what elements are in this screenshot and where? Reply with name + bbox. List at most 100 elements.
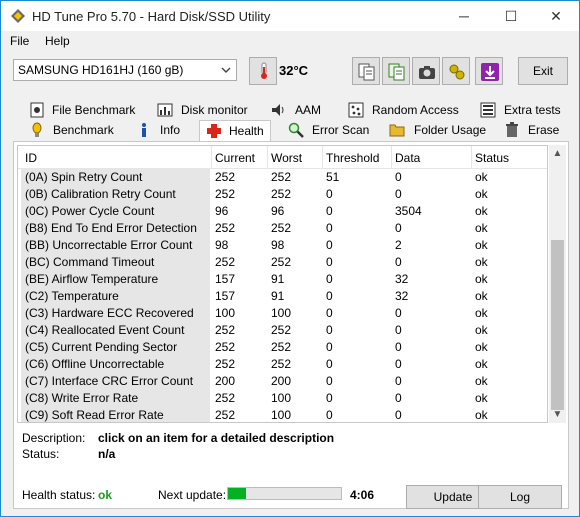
table-row[interactable]: (0C) Power Cycle Count 96 96 0 3504 ok [18,203,547,220]
copy-info-button[interactable] [352,57,380,85]
cell-status: ok [475,255,488,269]
cell-current: 252 [215,340,236,354]
cell-data: 0 [395,221,402,235]
table-row[interactable]: (0B) Calibration Retry Count 252 252 0 0 ok [18,186,547,203]
header-worst[interactable]: Worst [271,151,302,165]
header-current[interactable]: Current [215,151,255,165]
save-button[interactable] [475,57,503,85]
cell-data: 0 [395,357,402,371]
chevron-down-icon [221,67,231,73]
copy-all-icon [388,63,405,81]
cell-worst: 252 [271,357,292,371]
column-separator [471,146,472,168]
column-separator [322,146,323,168]
tab-info[interactable]: Info [136,121,196,141]
tab-folder-usage[interactable]: Folder Usage [389,121,489,141]
table-row[interactable]: (C7) Interface CRC Error Count 200 200 0 0 ok [18,373,547,390]
cell-data: 0 [395,306,402,320]
table-row[interactable]: (C4) Reallocated Event Count 252 252 0 0 ok [18,322,547,339]
options-button[interactable] [442,57,470,85]
scroll-down-icon[interactable]: ▼ [552,409,563,420]
log-button[interactable]: Log [478,485,562,509]
cell-status: ok [475,306,488,320]
tab-label: Disk monitor [181,103,248,117]
tab-benchmark[interactable]: Benchmark [29,121,129,141]
cell-status: ok [475,340,488,354]
header-status[interactable]: Status [475,151,509,165]
cell-id: (C5) Current Pending Sector [25,340,178,354]
tab-label: Extra tests [504,103,561,117]
tab-random-access[interactable]: Random Access [348,101,459,121]
cell-data: 3504 [395,204,422,218]
tab-disk-monitor[interactable]: Disk monitor [157,101,257,121]
tab-aam[interactable]: AAM [270,101,340,121]
table-row[interactable]: (BB) Uncorrectable Error Count 98 98 0 2 ok [18,237,547,254]
column-separator [211,146,212,168]
cell-worst: 100 [271,391,292,405]
cell-current: 157 [215,272,236,286]
tab-health[interactable]: Health [199,120,271,142]
cell-id: (C6) Offline Uncorrectable [25,357,165,371]
cell-worst: 96 [271,204,285,218]
description-label: Description: [22,431,86,445]
table-row[interactable]: (C6) Offline Uncorrectable 252 252 0 0 ok [18,356,547,373]
exit-button[interactable]: Exit [518,57,568,85]
copy-all-button[interactable] [382,57,410,85]
cell-threshold: 0 [326,323,333,337]
table-row[interactable]: (C3) Hardware ECC Recovered 100 100 0 0 ok [18,305,547,322]
table-row[interactable]: (0A) Spin Retry Count 252 252 51 0 ok [18,169,547,186]
cell-data: 0 [395,340,402,354]
header-id[interactable]: ID [25,151,37,165]
smart-table[interactable]: ID Current Worst Threshold Data Status (… [17,145,548,423]
cell-id: (BE) Airflow Temperature [25,272,159,286]
header-data[interactable]: Data [395,151,420,165]
screenshot-button[interactable] [412,57,440,85]
cell-status: ok [475,221,488,235]
scroll-up-icon[interactable]: ▲ [552,148,563,159]
vertical-scrollbar[interactable]: ▲ ▼ [549,145,566,423]
tab-extra-tests[interactable]: Extra tests [480,101,561,121]
table-row[interactable]: (C2) Temperature 157 91 0 32 ok [18,288,547,305]
minimize-button[interactable]: ─ [441,1,487,31]
menu-help[interactable]: Help [45,34,70,48]
table-row[interactable]: (BE) Airflow Temperature 157 91 0 32 ok [18,271,547,288]
cell-status: ok [475,391,488,405]
cell-id: (C2) Temperature [25,289,119,303]
cell-data: 0 [395,323,402,337]
cell-threshold: 0 [326,272,333,286]
cell-data: 0 [395,255,402,269]
tab-file-benchmark[interactable]: File Benchmark [29,101,149,121]
cell-current: 252 [215,357,236,371]
tab-label: Folder Usage [414,123,487,137]
cell-id: (0C) Power Cycle Count [25,204,155,218]
magnifier-icon [288,122,304,138]
header-threshold[interactable]: Threshold [326,151,379,165]
maximize-button[interactable]: ☐ [488,1,534,31]
drive-select[interactable]: SAMSUNG HD161HJ (160 gB) [13,59,237,81]
tab-label: Erase [528,123,560,137]
table-row[interactable]: (C9) Soft Read Error Rate 252 100 0 0 ok [18,407,547,422]
temperature-button[interactable] [249,57,277,85]
window-title: HD Tune Pro 5.70 - Hard Disk/SSD Utility [32,9,271,24]
cell-current: 252 [215,221,236,235]
tab-row-top: File Benchmark Disk monitor AAM Random A… [23,101,563,121]
tab-label: Info [160,123,181,137]
trash-icon [506,122,518,137]
close-button[interactable]: ✕ [533,1,579,31]
cell-current: 252 [215,255,236,269]
table-row[interactable]: (C8) Write Error Rate 252 100 0 0 ok [18,390,547,407]
thermometer-icon [261,62,267,79]
cell-id: (C4) Reallocated Event Count [25,323,185,337]
cell-threshold: 0 [326,306,333,320]
cell-threshold: 0 [326,221,333,235]
next-update-time: 4:06 [350,488,375,502]
tab-error-scan[interactable]: Error Scan [288,121,378,141]
health-status-value: ok [98,488,113,502]
table-row[interactable]: (BC) Command Timeout 252 252 0 0 ok [18,254,547,271]
menu-file[interactable]: File [10,34,29,48]
tab-erase[interactable]: Erase [504,121,564,141]
table-row[interactable]: (B8) End To End Error Detection 252 252 0 0 o… [18,220,547,237]
cell-status: ok [475,238,488,252]
table-row[interactable]: (C5) Current Pending Sector 252 252 0 0 ok [18,339,547,356]
scroll-thumb[interactable] [551,240,564,410]
